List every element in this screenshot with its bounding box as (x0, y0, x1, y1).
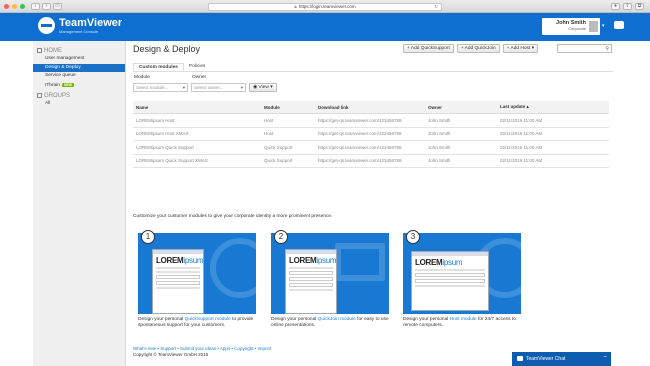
col-name[interactable]: Name (133, 105, 264, 110)
col-last-update[interactable]: Last update ▴ (500, 104, 609, 110)
back-icon[interactable]: ‹ (31, 2, 40, 10)
quickjoin-card[interactable]: 2 LOREMipsum Design your personal QuickJ… (271, 230, 389, 329)
share-icon[interactable]: ⇪ (623, 3, 632, 10)
address-bar[interactable]: 🔒︎ https://login.teamviewer.com ↻ (208, 2, 442, 11)
lock-icon: 🔒︎ (294, 3, 297, 9)
brand-name: TeamViewer (59, 16, 123, 29)
home-icon (37, 48, 42, 53)
step-number: 3 (406, 230, 420, 244)
quickjoin-preview-image: LOREMipsum (271, 233, 389, 314)
brand-subtitle: Management Console (59, 28, 99, 34)
add-quicksupport-button[interactable]: + Add QuickSupport (403, 44, 454, 53)
maximize-window-button[interactable] (20, 3, 25, 9)
close-window-button[interactable] (4, 3, 9, 9)
add-host-button[interactable]: + Add Host ▾ (502, 44, 538, 53)
new-badge: NEW (61, 82, 75, 87)
host-card[interactable]: 3 LOREMipsum Design your personal Host m… (403, 230, 521, 329)
owner-select[interactable]: Select owner... ▾ (191, 83, 246, 92)
sidebar-item-all[interactable]: All (33, 100, 125, 109)
modules-table: Name Module Download link Owner Last upd… (133, 101, 609, 168)
window-controls (4, 3, 25, 9)
col-owner[interactable]: Owner (428, 105, 500, 110)
quicksupport-preview-image: LOREMipsum (138, 233, 256, 314)
module-select[interactable]: Select module... ▾ (133, 83, 188, 92)
copyright: Copyright © TeamViewer GmbH 2016 (133, 352, 209, 357)
tab-custom-modules[interactable]: Custom modules (133, 63, 184, 71)
quickjoin-module-link[interactable]: QuickJoin module (318, 317, 356, 322)
user-menu[interactable]: John Smith Corporate (542, 18, 600, 35)
quicksupport-card[interactable]: 1 LOREMipsum Design your personal QuickS… (138, 230, 256, 329)
chevron-down-icon: ▾ (240, 85, 243, 90)
tabs-icon[interactable]: ⧉ (635, 3, 644, 10)
chevron-down-icon: ▾ (270, 85, 273, 90)
customize-text: Customize your customer modules to give … (133, 214, 333, 219)
sidebar: HOME User management Design & Deploy Ser… (33, 41, 126, 366)
browser-toolbar: ‹ › ▭ 🔒︎ https://login.teamviewer.com ↻ ●… (0, 0, 650, 13)
sidebar-groups-header[interactable]: GROUPS (33, 91, 125, 100)
sidebar-item-user-management[interactable]: User management (33, 55, 125, 64)
card-description: Design your personal QuickSupport module… (138, 317, 254, 328)
search-input[interactable]: ⚲ (557, 44, 612, 53)
add-quickjoin-button[interactable]: + Add QuickJoin (456, 44, 500, 53)
quicksupport-module-link[interactable]: QuickSupport module (185, 317, 231, 322)
sidebar-item-design-deploy[interactable]: Design & Deploy (33, 63, 125, 72)
avatar (589, 21, 598, 32)
chevron-down-icon[interactable]: ▾ (602, 23, 605, 29)
step-number: 1 (141, 230, 155, 244)
module-filter-label: Module (134, 75, 150, 80)
reload-icon[interactable]: ↻ (434, 4, 438, 10)
table-row[interactable]: LOREMipsum Quick Support XMAS Quick Supp… (133, 155, 609, 168)
footer: What's new • Support • Submit your ideas… (133, 346, 271, 358)
sidebar-item-service-queue[interactable]: Service queue (33, 72, 125, 81)
extension-icon[interactable]: ● (611, 3, 620, 10)
eye-icon: ◉ (253, 85, 258, 90)
app-header: TeamViewer Management Console John Smith… (0, 13, 650, 41)
chat-icon (517, 356, 523, 361)
owner-filter-label: Owner (192, 75, 207, 80)
table-row[interactable]: LOREMipsum Host XMAS Host https://get-qs… (133, 128, 609, 141)
tab-policies[interactable]: Policies (184, 63, 211, 71)
table-row[interactable]: LOREMipsum Quick Support Quick Support h… (133, 141, 609, 155)
card-description: Design your personal QuickJoin module fo… (271, 317, 389, 328)
chevron-down-icon: ▾ (531, 46, 534, 51)
preview-window: LOREMipsum (285, 249, 337, 314)
col-download-link[interactable]: Download link (318, 105, 428, 110)
sidebar-toggle-icon[interactable]: ▭ (53, 2, 62, 10)
user-company: Corporate (568, 26, 586, 31)
headset-icon (210, 238, 256, 298)
host-module-link[interactable]: Host module (450, 317, 477, 322)
step-number: 2 (274, 230, 288, 244)
preview-window: LOREMipsum (411, 251, 489, 311)
page-title: Design & Deploy (133, 44, 201, 54)
chat-widget[interactable]: TeamViewer Chat – (512, 352, 611, 366)
card-description: Design your personal Host module for 24/… (403, 317, 516, 328)
teamviewer-logo[interactable]: TeamViewer Management Console (38, 17, 122, 34)
forward-icon[interactable]: › (42, 2, 51, 10)
minimize-icon[interactable]: – (604, 350, 607, 364)
table-row[interactable]: LOREMipsum Host Host https://get-qs.team… (133, 114, 609, 128)
col-module[interactable]: Module (264, 105, 318, 110)
table-header: Name Module Download link Owner Last upd… (133, 101, 609, 114)
chat-icon[interactable] (614, 21, 624, 29)
sidebar-item-itbrain[interactable]: ITbrain NEW (33, 81, 125, 90)
sort-icon: ▴ (526, 104, 529, 109)
groups-icon (37, 93, 42, 98)
view-button[interactable]: ◉ View ▾ (249, 83, 277, 92)
presentation-icon (335, 243, 385, 281)
action-buttons: + Add QuickSupport + Add QuickJoin + Add… (403, 44, 538, 53)
teamviewer-logo-icon (38, 17, 55, 34)
url-text: https://login.teamviewer.com (298, 3, 356, 9)
host-preview-image: LOREMipsum (403, 233, 521, 314)
chat-label: TeamViewer Chat (526, 356, 566, 362)
minimize-window-button[interactable] (12, 3, 17, 9)
chevron-down-icon: ▾ (182, 85, 185, 90)
tab-bar: Custom modules Policies (133, 63, 613, 72)
search-icon: ⚲ (605, 46, 609, 52)
browser-actions: ● ⇪ ⧉ (611, 3, 644, 10)
preview-window: LOREMipsum (152, 249, 204, 314)
sidebar-home-header[interactable]: HOME (33, 46, 125, 55)
